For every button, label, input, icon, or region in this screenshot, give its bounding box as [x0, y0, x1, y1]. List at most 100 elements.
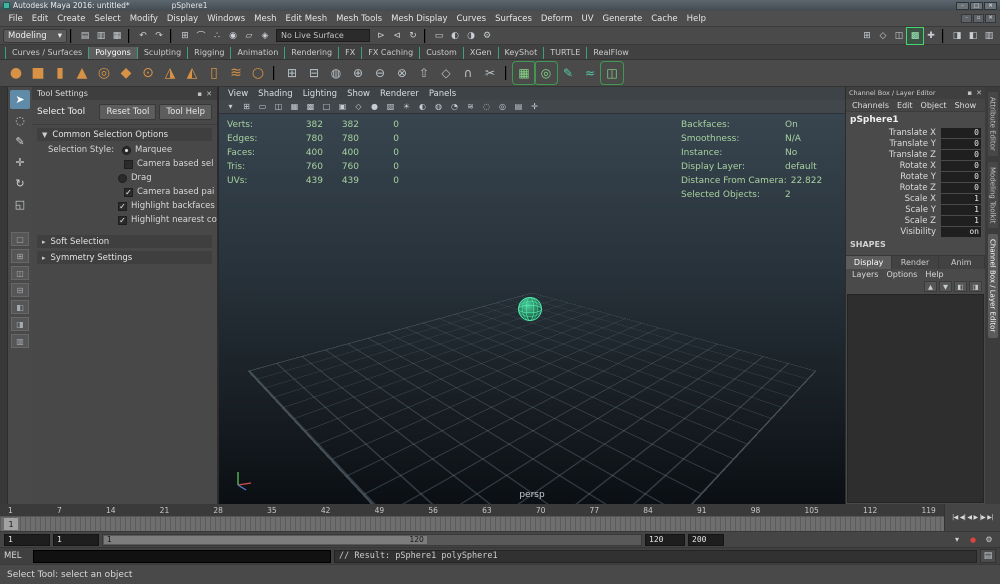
- boolean-union-icon[interactable]: ⊕: [347, 62, 369, 84]
- snap-to-grids-icon[interactable]: ⊞: [177, 28, 193, 44]
- relax-tool-icon[interactable]: ≈: [579, 62, 601, 84]
- anim-preferences-icon[interactable]: ⚙: [982, 533, 996, 546]
- playback-start-field[interactable]: 1: [4, 533, 50, 546]
- snap-to-view-planes-icon[interactable]: ▱: [241, 28, 257, 44]
- channel-value-field[interactable]: 0: [941, 171, 981, 182]
- new-scene-icon[interactable]: ▤: [77, 28, 93, 44]
- new-layer-from-selected-icon[interactable]: ◨: [969, 281, 982, 292]
- channel-value-field[interactable]: 1: [941, 215, 981, 226]
- viewport-canvas[interactable]: Verts: 382 382 0 Edges: 780 780 0 Faces:…: [219, 114, 845, 504]
- menu-modify[interactable]: Modify: [125, 14, 162, 24]
- shelf-tab-animation[interactable]: Animation: [230, 47, 284, 59]
- shaded-mode-icon[interactable]: ●: [367, 101, 382, 113]
- separate-icon[interactable]: ⊟: [303, 62, 325, 84]
- range-handle[interactable]: 1 120: [104, 535, 427, 544]
- sidebar-tab-channel-box[interactable]: Channel Box / Layer Editor: [987, 234, 998, 338]
- xgen-icon[interactable]: ✚: [923, 28, 939, 44]
- poly-soccer-ball-icon[interactable]: ○: [247, 62, 269, 84]
- channel-label[interactable]: Rotate Y: [846, 172, 941, 182]
- step-forward-icon[interactable]: |▶: [979, 514, 987, 521]
- make-live-icon[interactable]: ◈: [257, 28, 273, 44]
- shelf-tab-polygons[interactable]: Polygons: [88, 47, 137, 59]
- anti-aliasing-icon[interactable]: ≋: [463, 101, 478, 113]
- screen-space-ao-icon[interactable]: ◍: [431, 101, 446, 113]
- shelf-tab-curves-surfaces[interactable]: Curves / Surfaces: [5, 47, 88, 59]
- layer-menu-options[interactable]: Options: [882, 270, 921, 279]
- channel-value-field[interactable]: 1: [941, 204, 981, 215]
- maximize-button[interactable]: □: [970, 1, 983, 10]
- boolean-difference-icon[interactable]: ⊖: [369, 62, 391, 84]
- channel-label[interactable]: Translate X: [846, 128, 941, 138]
- layout-single-pane-icon[interactable]: □: [11, 232, 29, 246]
- highlight-nearest-checkbox[interactable]: ✓: [118, 215, 127, 225]
- poly-pyramid-icon[interactable]: ◭: [181, 62, 203, 84]
- sculpt-tool-icon[interactable]: ✎: [557, 62, 579, 84]
- layer-move-down-icon[interactable]: ▼: [939, 281, 952, 292]
- shelf-tab-keyshot[interactable]: KeyShot: [497, 47, 544, 59]
- node-name[interactable]: pSphere1: [846, 112, 985, 127]
- menu-deform[interactable]: Deform: [536, 14, 577, 24]
- save-scene-icon[interactable]: ▦: [109, 28, 125, 44]
- section-soft-selection[interactable]: ▸ Soft Selection: [37, 235, 212, 248]
- shelf-tab-rendering[interactable]: Rendering: [284, 47, 338, 59]
- layer-menu-layers[interactable]: Layers: [848, 270, 882, 279]
- range-bar[interactable]: 1 120: [102, 533, 642, 546]
- character-set-icon[interactable]: ▾: [950, 533, 964, 546]
- poly-cylinder-icon[interactable]: ▮: [49, 62, 71, 84]
- redo-icon[interactable]: ↷: [151, 28, 167, 44]
- image-plane-icon[interactable]: ▤: [511, 101, 526, 113]
- sidebar-tab-attribute-editor[interactable]: Attribute Editor: [987, 92, 998, 156]
- layout-outliner-persp-icon[interactable]: ◨: [11, 317, 29, 331]
- poly-platonic-icon[interactable]: ◮: [159, 62, 181, 84]
- resolution-gate-icon[interactable]: ◫: [271, 101, 286, 113]
- isolate-select-icon[interactable]: ◎: [495, 101, 510, 113]
- vp-menu-view[interactable]: View: [223, 89, 253, 99]
- menu-display[interactable]: Display: [162, 14, 202, 24]
- menu-uv[interactable]: UV: [577, 14, 598, 24]
- menu-create[interactable]: Create: [53, 14, 90, 24]
- channel-value-field[interactable]: 0: [941, 182, 981, 193]
- dock-icon[interactable]: ▪: [967, 89, 972, 97]
- layer-move-up-icon[interactable]: ▲: [924, 281, 937, 292]
- new-empty-layer-icon[interactable]: ◧: [954, 281, 967, 292]
- layout-two-side-icon[interactable]: ◫: [11, 266, 29, 280]
- motion-blur-icon[interactable]: ◔: [447, 101, 462, 113]
- toggle-attribute-editor-icon[interactable]: ◨: [949, 28, 965, 44]
- animation-start-field[interactable]: 1: [53, 533, 99, 546]
- snap-to-curves-icon[interactable]: ⌒: [193, 28, 209, 44]
- snap-to-projected-center-icon[interactable]: ◉: [225, 28, 241, 44]
- ipr-render-icon[interactable]: ◑: [463, 28, 479, 44]
- combine-icon[interactable]: ⊞: [281, 62, 303, 84]
- vp-menu-panels[interactable]: Panels: [424, 89, 461, 99]
- child-close-button[interactable]: ✕: [985, 14, 996, 23]
- script-editor-icon[interactable]: ▤: [980, 549, 996, 563]
- vp-menu-lighting[interactable]: Lighting: [298, 89, 342, 99]
- shelf-tab-rigging[interactable]: Rigging: [187, 47, 230, 59]
- open-scene-icon[interactable]: ▥: [93, 28, 109, 44]
- close-icon[interactable]: ✕: [976, 89, 982, 97]
- output-connections-icon[interactable]: ⊲: [389, 28, 405, 44]
- layer-menu-help[interactable]: Help: [921, 270, 947, 279]
- channel-value-field[interactable]: 1: [941, 193, 981, 204]
- menu-edit-mesh[interactable]: Edit Mesh: [281, 14, 332, 24]
- channel-label[interactable]: Visibility: [846, 227, 941, 237]
- mirror-icon[interactable]: ◫: [600, 61, 624, 85]
- film-gate-icon[interactable]: ▭: [255, 101, 270, 113]
- grid-toggle-icon[interactable]: ⊞: [239, 101, 254, 113]
- layout-three-split-icon[interactable]: ◧: [11, 300, 29, 314]
- wireframe-mode-icon[interactable]: ◇: [351, 101, 366, 113]
- shelf-tab-fx-caching[interactable]: FX Caching: [361, 47, 419, 59]
- two-d-pan-zoom-icon[interactable]: ✛: [527, 101, 542, 113]
- marquee-radio[interactable]: [122, 145, 131, 155]
- open-render-view-icon[interactable]: ▭: [431, 28, 447, 44]
- child-restore-button[interactable]: ▫: [973, 14, 984, 23]
- go-to-start-icon[interactable]: |◀: [951, 514, 959, 521]
- poly-plane-icon[interactable]: ◆: [115, 62, 137, 84]
- playback-end-field[interactable]: 120: [645, 533, 685, 546]
- layer-list[interactable]: [847, 294, 984, 503]
- animation-end-field[interactable]: 200: [688, 533, 724, 546]
- cb-menu-object[interactable]: Object: [917, 101, 951, 110]
- poly-helix-icon[interactable]: ≋: [225, 62, 247, 84]
- poly-torus-icon[interactable]: ◎: [93, 62, 115, 84]
- current-frame-marker[interactable]: 1: [4, 518, 18, 530]
